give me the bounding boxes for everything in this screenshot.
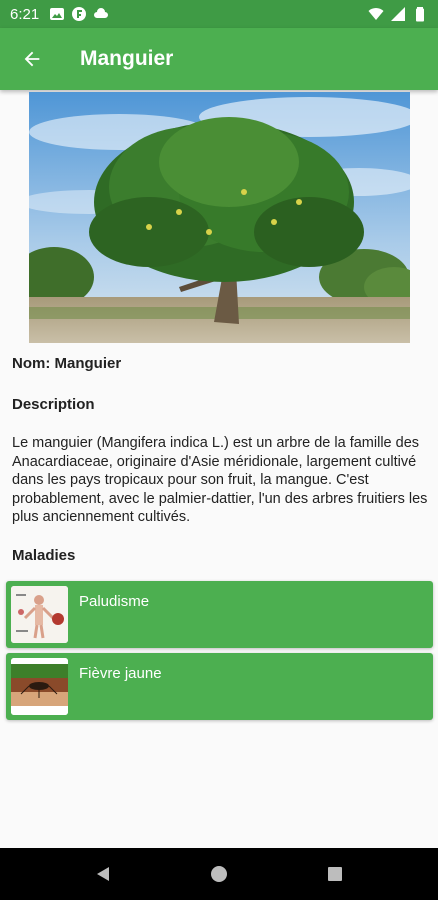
disease-card-paludisme[interactable]: Paludisme (6, 581, 433, 648)
disease-thumbnail (11, 658, 68, 715)
battery-icon (416, 7, 424, 22)
gallery-icon (50, 8, 65, 20)
nav-back-button[interactable] (91, 862, 115, 886)
plant-name: Nom: Manguier (12, 355, 122, 372)
recents-square-icon (328, 867, 342, 881)
description-heading: Description (12, 396, 95, 413)
nav-home-button[interactable] (207, 862, 231, 886)
circle-app-icon (72, 7, 87, 21)
disease-label: Fièvre jaune (79, 665, 162, 682)
maladies-heading: Maladies (12, 547, 76, 564)
plant-image (29, 92, 410, 343)
wifi-icon (368, 8, 384, 20)
description-text: Le manguier (Mangifera indica L.) est un… (12, 435, 428, 525)
status-time: 6:21 (10, 5, 40, 23)
disease-label: Paludisme (79, 593, 150, 610)
back-triangle-icon (97, 867, 109, 881)
disease-card-fievre-jaune[interactable]: Fièvre jaune (6, 653, 433, 720)
signal-icon (391, 7, 405, 21)
disease-thumbnail (11, 586, 68, 643)
home-circle-icon (211, 866, 227, 882)
system-nav-bar (0, 848, 438, 900)
nav-recents-button[interactable] (323, 862, 347, 886)
back-button[interactable] (12, 39, 52, 79)
app-bar: Manguier (0, 28, 438, 90)
page-title: Manguier (80, 47, 174, 70)
cloud-icon (94, 8, 109, 18)
status-bar: 6:21 (0, 0, 438, 28)
arrow-back-icon (24, 51, 40, 67)
